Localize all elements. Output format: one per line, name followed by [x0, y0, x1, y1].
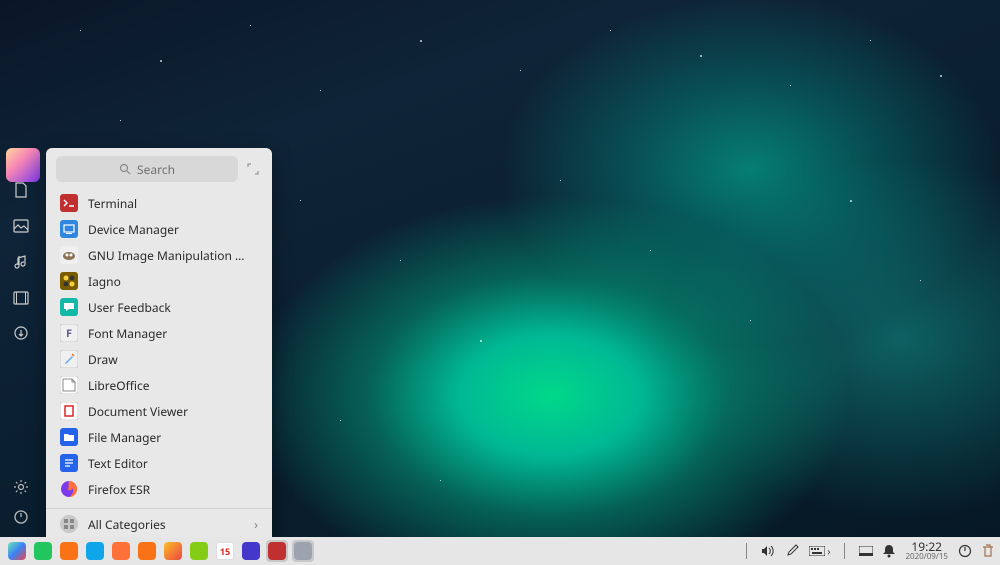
- power-icon[interactable]: [13, 509, 29, 525]
- taskbar-right: › 19:22 2020/09/15: [742, 541, 994, 561]
- app-item-label: Document Viewer: [88, 403, 188, 420]
- filemanager-icon[interactable]: [84, 540, 106, 562]
- keyboard-menu-icon[interactable]: ›: [809, 544, 830, 558]
- gimp-icon: [60, 246, 78, 264]
- firefox-icon: [60, 480, 78, 498]
- separator: [844, 543, 845, 559]
- clock-date: 2020/09/15: [905, 553, 948, 561]
- app-item-label: Draw: [88, 351, 118, 368]
- app-item-firefox[interactable]: Firefox ESR: [46, 476, 272, 502]
- terminal-icon: [60, 194, 78, 212]
- music-icon[interactable]: [12, 253, 30, 271]
- text-icon: [60, 454, 78, 472]
- app-item-label: User Feedback: [88, 299, 171, 316]
- font-icon: F: [60, 324, 78, 342]
- all-categories-button[interactable]: All Categories ›: [46, 508, 272, 539]
- app-item-files[interactable]: File Manager: [46, 424, 272, 450]
- device-icon: [60, 220, 78, 238]
- terminal-task-icon[interactable]: [266, 540, 288, 562]
- taskbar: 15 › 19:22 2020/09/15: [0, 537, 1000, 565]
- shutdown-icon[interactable]: [958, 544, 972, 558]
- search-input[interactable]: Search: [56, 156, 238, 182]
- taskbar-left: 15: [6, 540, 314, 562]
- color-picker-icon[interactable]: [785, 544, 799, 558]
- system-icon[interactable]: [240, 540, 262, 562]
- app-item-label: LibreOffice: [88, 377, 150, 394]
- app-item-feedback[interactable]: User Feedback: [46, 294, 272, 320]
- album-icon[interactable]: [162, 540, 184, 562]
- app-list: Terminal Device Manager GNU Image Manipu…: [46, 188, 272, 504]
- app-item-label: File Manager: [88, 429, 161, 446]
- volume-icon[interactable]: [761, 545, 775, 557]
- feedback-icon: [60, 298, 78, 316]
- app-item-label: GNU Image Manipulation Pro...: [88, 247, 248, 264]
- launcher-panel: Search Terminal Device Manager GNU Image…: [46, 148, 272, 545]
- search-placeholder: Search: [137, 161, 175, 178]
- app-item-iagno[interactable]: Iagno: [46, 268, 272, 294]
- app-item-label: Iagno: [88, 273, 121, 290]
- categories-icon: [60, 515, 78, 533]
- app-item-device[interactable]: Device Manager: [46, 216, 272, 242]
- expand-fullscreen-icon[interactable]: [244, 160, 262, 178]
- app-item-label: Device Manager: [88, 221, 179, 238]
- gimp-task-icon[interactable]: [292, 540, 314, 562]
- app-item-libreoffice[interactable]: LibreOffice: [46, 372, 272, 398]
- video-icon[interactable]: [12, 289, 30, 307]
- docviewer-icon: [60, 402, 78, 420]
- workspace-icon[interactable]: [58, 540, 80, 562]
- chevron-right-icon: ›: [254, 515, 258, 533]
- separator: [746, 543, 747, 559]
- appstore-icon[interactable]: [136, 540, 158, 562]
- music-icon[interactable]: [188, 540, 210, 562]
- app-item-label: Text Editor: [88, 455, 148, 472]
- app-item-gimp[interactable]: GNU Image Manipulation Pro...: [46, 242, 272, 268]
- launcher-icon[interactable]: [6, 540, 28, 562]
- files-icon: [60, 428, 78, 446]
- launcher-left-rail-bottom: [6, 479, 36, 525]
- app-item-docviewer[interactable]: Document Viewer: [46, 398, 272, 424]
- svg-text:F: F: [66, 326, 72, 341]
- image-icon[interactable]: [12, 217, 30, 235]
- desktop-icon[interactable]: [859, 546, 873, 556]
- libreoffice-icon: [60, 376, 78, 394]
- app-item-draw[interactable]: Draw: [46, 346, 272, 372]
- app-item-label: Font Manager: [88, 325, 167, 342]
- downloads-icon[interactable]: [12, 325, 30, 343]
- app-item-font[interactable]: F Font Manager: [46, 320, 272, 346]
- clock[interactable]: 19:22 2020/09/15: [905, 541, 948, 561]
- search-icon: [119, 163, 131, 175]
- app-item-terminal[interactable]: Terminal: [46, 190, 272, 216]
- multitask-icon[interactable]: [32, 540, 54, 562]
- all-categories-label: All Categories: [88, 516, 166, 533]
- document-icon[interactable]: [12, 181, 30, 199]
- draw-icon: [60, 350, 78, 368]
- notification-icon[interactable]: [883, 544, 895, 558]
- app-item-label: Firefox ESR: [88, 481, 150, 498]
- trash-icon[interactable]: [982, 544, 994, 558]
- iagno-icon: [60, 272, 78, 290]
- firefox-icon[interactable]: [110, 540, 132, 562]
- app-item-label: Terminal: [88, 195, 137, 212]
- app-item-text[interactable]: Text Editor: [46, 450, 272, 476]
- user-avatar[interactable]: [6, 148, 40, 182]
- calendar-icon[interactable]: 15: [214, 540, 236, 562]
- settings-icon[interactable]: [13, 479, 29, 495]
